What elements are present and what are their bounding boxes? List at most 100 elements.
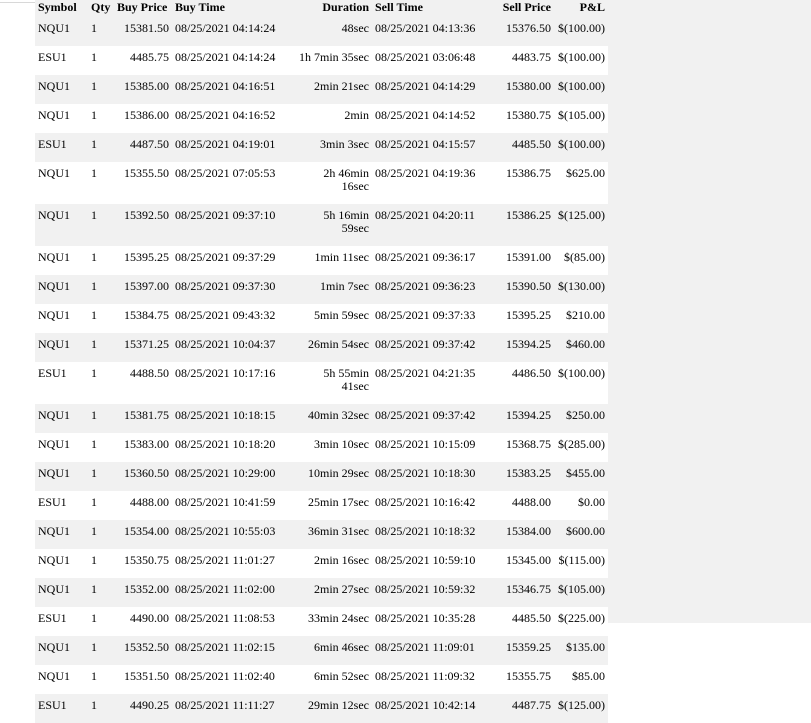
cell-sell-price: 15359.25	[488, 636, 554, 665]
cell-qty: 1	[85, 46, 114, 75]
cell-qty: 1	[85, 304, 114, 333]
duration-text: 26min 54sec	[308, 337, 369, 351]
cell-sell-time: 08/25/2021 09:36:17	[372, 246, 488, 275]
cell-duration: 3min 10sec	[288, 433, 372, 462]
header-sell-time: Sell Time	[372, 0, 488, 17]
cell-buy-time: 08/25/2021 09:43:32	[172, 304, 288, 333]
cell-buy-price: 4490.25	[114, 694, 172, 723]
cell-pnl: $(125.00)	[554, 694, 608, 723]
cell-symbol: NQU1	[35, 578, 85, 607]
cell-sell-time: 08/25/2021 04:13:36	[372, 17, 488, 46]
header-buy-time: Buy Time	[172, 0, 288, 17]
cell-pnl: $(100.00)	[554, 75, 608, 104]
cell-duration: 5h 16min 59sec	[288, 204, 372, 246]
header-symbol: Symbol	[35, 0, 85, 17]
header-sell-price: Sell Price	[488, 0, 554, 17]
cell-duration: 36min 31sec	[288, 520, 372, 549]
cell-duration: 26min 54sec	[288, 333, 372, 362]
cell-qty: 1	[85, 520, 114, 549]
cell-symbol: NQU1	[35, 665, 85, 694]
table-row: NQU1 1 15355.50 08/25/2021 07:05:53 2h 46min…	[35, 162, 608, 204]
cell-buy-time: 08/25/2021 11:02:40	[172, 665, 288, 694]
table-row: NQU1 1 15385.00 08/25/2021 04:16:51 2min 21s…	[35, 75, 608, 104]
cell-sell-time: 08/25/2021 10:59:32	[372, 578, 488, 607]
cell-sell-time: 08/25/2021 10:18:30	[372, 462, 488, 491]
cell-duration: 2min 27sec	[288, 578, 372, 607]
cell-pnl: $250.00	[554, 404, 608, 433]
cell-pnl: $(100.00)	[554, 46, 608, 75]
cell-symbol: NQU1	[35, 75, 85, 104]
cell-buy-time: 08/25/2021 04:14:24	[172, 17, 288, 46]
duration-text: 25min 17sec	[308, 495, 369, 509]
table-row: NQU1 1 15381.50 08/25/2021 04:14:24 48sec 08/…	[35, 17, 608, 46]
cell-pnl: $(100.00)	[554, 362, 608, 404]
cell-pnl: $(285.00)	[554, 433, 608, 462]
cell-qty: 1	[85, 204, 114, 246]
cell-sell-price: 15384.00	[488, 520, 554, 549]
cell-qty: 1	[85, 665, 114, 694]
cell-buy-price: 15392.50	[114, 204, 172, 246]
table-row: ESU1 1 4488.00 08/25/2021 10:41:59 25min 17s…	[35, 491, 608, 520]
cell-sell-price: 15380.75	[488, 104, 554, 133]
duration-text: 6min 52sec	[314, 669, 369, 683]
cell-buy-price: 15384.75	[114, 304, 172, 333]
cell-duration: 40min 32sec	[288, 404, 372, 433]
cell-symbol: NQU1	[35, 304, 85, 333]
cell-qty: 1	[85, 162, 114, 204]
header-duration: Duration	[288, 0, 372, 17]
cell-symbol: NQU1	[35, 433, 85, 462]
cell-sell-time: 08/25/2021 10:16:42	[372, 491, 488, 520]
duration-text: 29min 12sec	[308, 698, 369, 712]
cell-pnl: $(100.00)	[554, 133, 608, 162]
cell-buy-time: 08/25/2021 10:55:03	[172, 520, 288, 549]
cell-sell-price: 15376.50	[488, 17, 554, 46]
cell-pnl: $(100.00)	[554, 17, 608, 46]
table-row: NQU1 1 15354.00 08/25/2021 10:55:03 36min 31…	[35, 520, 608, 549]
cell-symbol: NQU1	[35, 162, 85, 204]
cell-buy-time: 08/25/2021 04:14:24	[172, 46, 288, 75]
cell-buy-price: 15355.50	[114, 162, 172, 204]
cell-qty: 1	[85, 133, 114, 162]
cell-sell-price: 15391.00	[488, 246, 554, 275]
duration-text: 40min 32sec	[308, 408, 369, 422]
table-row: NQU1 1 15350.75 08/25/2021 11:01:27 2min 16s…	[35, 549, 608, 578]
cell-buy-price: 15351.50	[114, 665, 172, 694]
cell-sell-time: 08/25/2021 04:19:36	[372, 162, 488, 204]
trades-table: Symbol Qty Buy Price Buy Time Duration S…	[35, 0, 608, 723]
cell-duration: 2min 16sec	[288, 549, 372, 578]
cell-qty: 1	[85, 362, 114, 404]
cell-buy-time: 08/25/2021 10:04:37	[172, 333, 288, 362]
cell-qty: 1	[85, 17, 114, 46]
table-row: NQU1 1 15386.00 08/25/2021 04:16:52 2min 08/2…	[35, 104, 608, 133]
table-row: NQU1 1 15392.50 08/25/2021 09:37:10 5h 16min…	[35, 204, 608, 246]
table-row: ESU1 1 4490.25 08/25/2021 11:11:27 29min 12s…	[35, 694, 608, 723]
cell-qty: 1	[85, 578, 114, 607]
cell-duration: 48sec	[288, 17, 372, 46]
table-row: ESU1 1 4488.50 08/25/2021 10:17:16 5h 55min …	[35, 362, 608, 404]
table-row: NQU1 1 15397.00 08/25/2021 09:37:30 1min 7se…	[35, 275, 608, 304]
table-row: NQU1 1 15360.50 08/25/2021 10:29:00 10min 29…	[35, 462, 608, 491]
cell-pnl: $460.00	[554, 333, 608, 362]
cell-duration: 2min	[288, 104, 372, 133]
cell-buy-price: 4488.00	[114, 491, 172, 520]
cell-symbol: ESU1	[35, 133, 85, 162]
table-row: ESU1 1 4485.75 08/25/2021 04:14:24 1h 7min 3…	[35, 46, 608, 75]
cell-sell-time: 08/25/2021 10:59:10	[372, 549, 488, 578]
cell-buy-time: 08/25/2021 11:08:53	[172, 607, 288, 636]
cell-sell-price: 15368.75	[488, 433, 554, 462]
cell-buy-time: 08/25/2021 11:01:27	[172, 549, 288, 578]
cell-duration: 1h 7min 35sec	[288, 46, 372, 75]
table-row: ESU1 1 4487.50 08/25/2021 04:19:01 3min 3sec…	[35, 133, 608, 162]
duration-text: 5h 55min 41sec	[323, 366, 369, 393]
cell-sell-time: 08/25/2021 09:37:42	[372, 404, 488, 433]
duration-text: 5min 59sec	[314, 308, 369, 322]
cell-duration: 1min 7sec	[288, 275, 372, 304]
duration-text: 2min 16sec	[314, 553, 369, 567]
cell-qty: 1	[85, 636, 114, 665]
cell-symbol: NQU1	[35, 17, 85, 46]
duration-text: 2h 46min 16sec	[323, 166, 369, 193]
duration-text: 36min 31sec	[308, 524, 369, 538]
cell-qty: 1	[85, 75, 114, 104]
cell-buy-time: 08/25/2021 07:05:53	[172, 162, 288, 204]
cell-qty: 1	[85, 607, 114, 636]
